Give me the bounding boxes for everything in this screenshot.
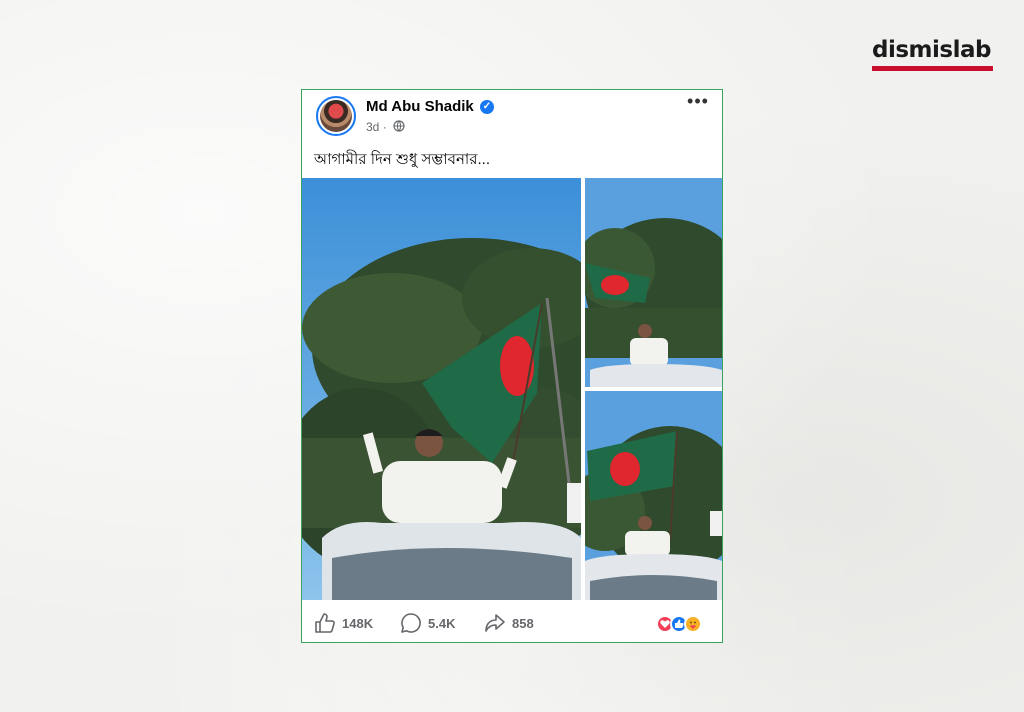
like-button[interactable]: 148K (314, 612, 373, 634)
top-right-photo[interactable] (585, 178, 722, 387)
dismislab-logo: dismislab (872, 36, 994, 72)
photo-grid (302, 178, 722, 600)
comment-count: 5.4K (428, 615, 456, 631)
like-count: 148K (342, 615, 374, 631)
post-time[interactable]: 3d · (366, 120, 387, 134)
reaction-summary[interactable] (656, 615, 712, 635)
brand-underline (872, 66, 993, 71)
post-caption: আগামীর দিন শুধু সম্ভাবনার... (314, 151, 491, 168)
share-button[interactable]: 858 (484, 612, 534, 634)
bottom-right-photo[interactable] (585, 391, 722, 600)
brand-name: dismislab (872, 37, 991, 63)
comment-button[interactable]: 5.4K (400, 612, 455, 634)
more-options-icon[interactable]: ••• (686, 92, 710, 112)
post-footer: 148K 5.4K 858 (302, 602, 722, 642)
verified-badge-icon: ✓ (480, 100, 494, 114)
share-icon (485, 614, 505, 632)
share-count: 858 (512, 615, 534, 631)
globe-icon (393, 120, 405, 132)
author-name[interactable]: Md Abu Shadik (366, 98, 474, 115)
main-photo[interactable] (302, 178, 581, 600)
thumbs-up-icon (315, 613, 335, 633)
comment-icon (401, 613, 421, 633)
facebook-post: Md Abu Shadik ✓ 3d · ••• আগামীর দিন শুধু… (301, 89, 723, 643)
care-reaction-icon (684, 615, 702, 633)
post-header: Md Abu Shadik ✓ 3d · ••• (302, 90, 722, 140)
author-avatar[interactable] (316, 96, 356, 136)
